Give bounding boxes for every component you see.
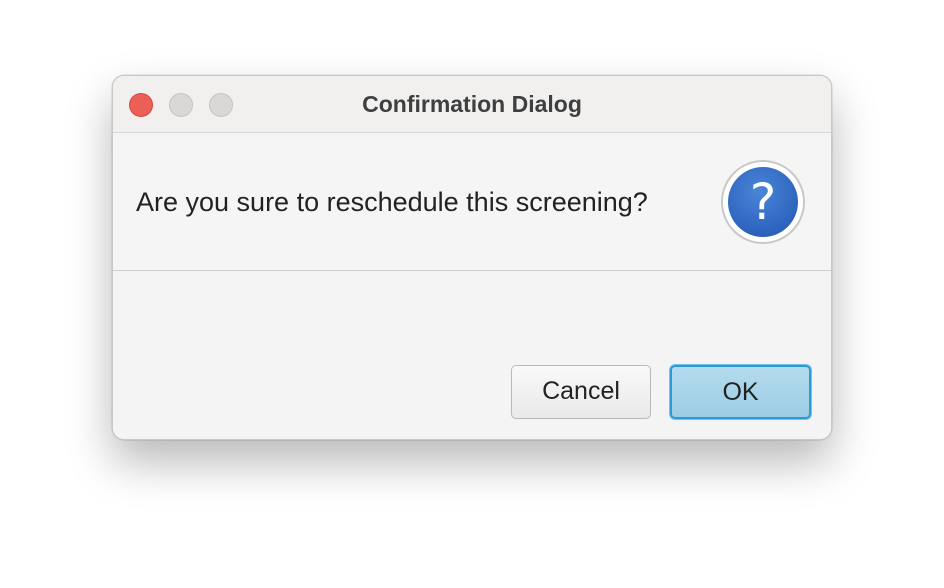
question-mark-icon: ? [721,160,805,244]
title-bar[interactable]: Confirmation Dialog [113,76,831,133]
cancel-button[interactable]: Cancel [511,365,651,419]
dialog-button-bar: Cancel OK [113,271,831,439]
dialog-header-panel: Are you sure to reschedule this screenin… [113,133,831,271]
confirmation-message: Are you sure to reschedule this screenin… [136,187,648,217]
ok-button[interactable]: OK [670,365,811,419]
confirmation-dialog-window: Confirmation Dialog Are you sure to resc… [112,75,832,440]
desktop-background: Confirmation Dialog Are you sure to resc… [0,0,944,588]
window-title: Confirmation Dialog [362,91,582,117]
question-mark-glyph: ? [728,167,798,237]
